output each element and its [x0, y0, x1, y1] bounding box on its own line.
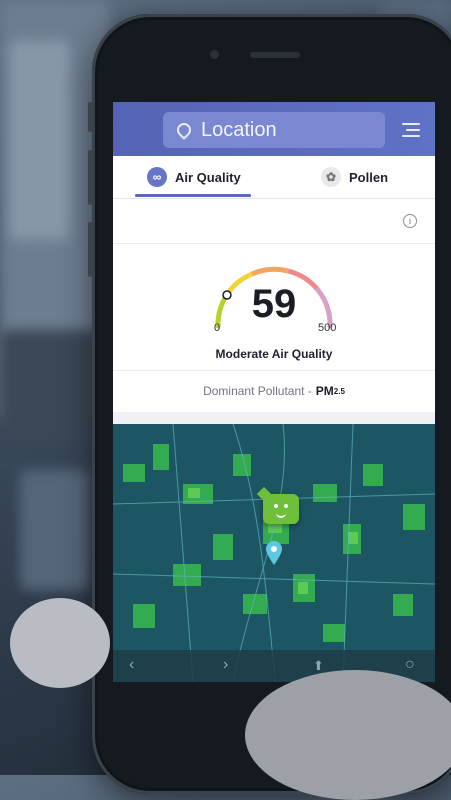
air-quality-icon: ∞: [147, 167, 167, 187]
map-marker-icon[interactable]: [265, 540, 283, 566]
gauge-segment-3: [251, 266, 289, 277]
info-icon[interactable]: i: [403, 214, 417, 228]
chat-bot-icon[interactable]: [263, 494, 299, 524]
tab-pollen[interactable]: ✿ Pollen: [321, 156, 388, 198]
tab-pollen-label: Pollen: [349, 169, 389, 185]
mute-switch: [88, 102, 92, 132]
location-pin-icon: [174, 120, 194, 140]
aqi-value: 59: [251, 282, 297, 326]
pollen-icon: ✿: [321, 167, 341, 187]
location-label: Location: [201, 118, 277, 141]
back-arrow-icon[interactable]: ‹: [129, 656, 134, 674]
front-camera: [210, 50, 219, 59]
air-quality-status: Moderate Air Quality: [215, 347, 333, 361]
tab-bar: ∞ Air Quality ✿ Pollen: [113, 156, 435, 199]
active-tab-indicator: [135, 194, 251, 197]
app-header: Location: [113, 102, 435, 156]
dominant-pollutant-subscript: 2.5: [333, 386, 345, 396]
left-thumb: [10, 598, 110, 688]
tab-air-quality[interactable]: ∞ Air Quality: [147, 156, 241, 198]
gauge-max-label: 500: [318, 322, 337, 334]
dominant-pollutant-row: Dominant Pollutant - PM 2.5: [113, 370, 435, 411]
aqi-gauge-panel: 59 0 500 Moderate Air Quality: [113, 244, 435, 368]
hamburger-menu-icon[interactable]: [402, 123, 420, 141]
section-divider: [113, 412, 435, 424]
location-search-field[interactable]: Location: [163, 112, 385, 148]
gauge-min-label: 0: [214, 322, 221, 334]
volume-down-button: [88, 222, 92, 277]
app-screen: Location ∞ Air Quality ✿ Pollen i 59 0 5…: [113, 102, 435, 682]
dominant-pollutant-prefix: Dominant Pollutant -: [203, 384, 312, 398]
share-icon[interactable]: ⬆: [313, 658, 324, 674]
earpiece-speaker: [250, 52, 300, 58]
right-thumb: [245, 670, 451, 800]
forward-arrow-icon[interactable]: ›: [223, 656, 228, 674]
info-row: i: [113, 199, 435, 244]
compass-icon[interactable]: ○: [405, 656, 415, 674]
dominant-pollutant-name: PM: [315, 384, 334, 398]
air-quality-map[interactable]: [113, 424, 435, 682]
tab-air-quality-label: Air Quality: [175, 169, 241, 185]
volume-up-button: [88, 150, 92, 205]
